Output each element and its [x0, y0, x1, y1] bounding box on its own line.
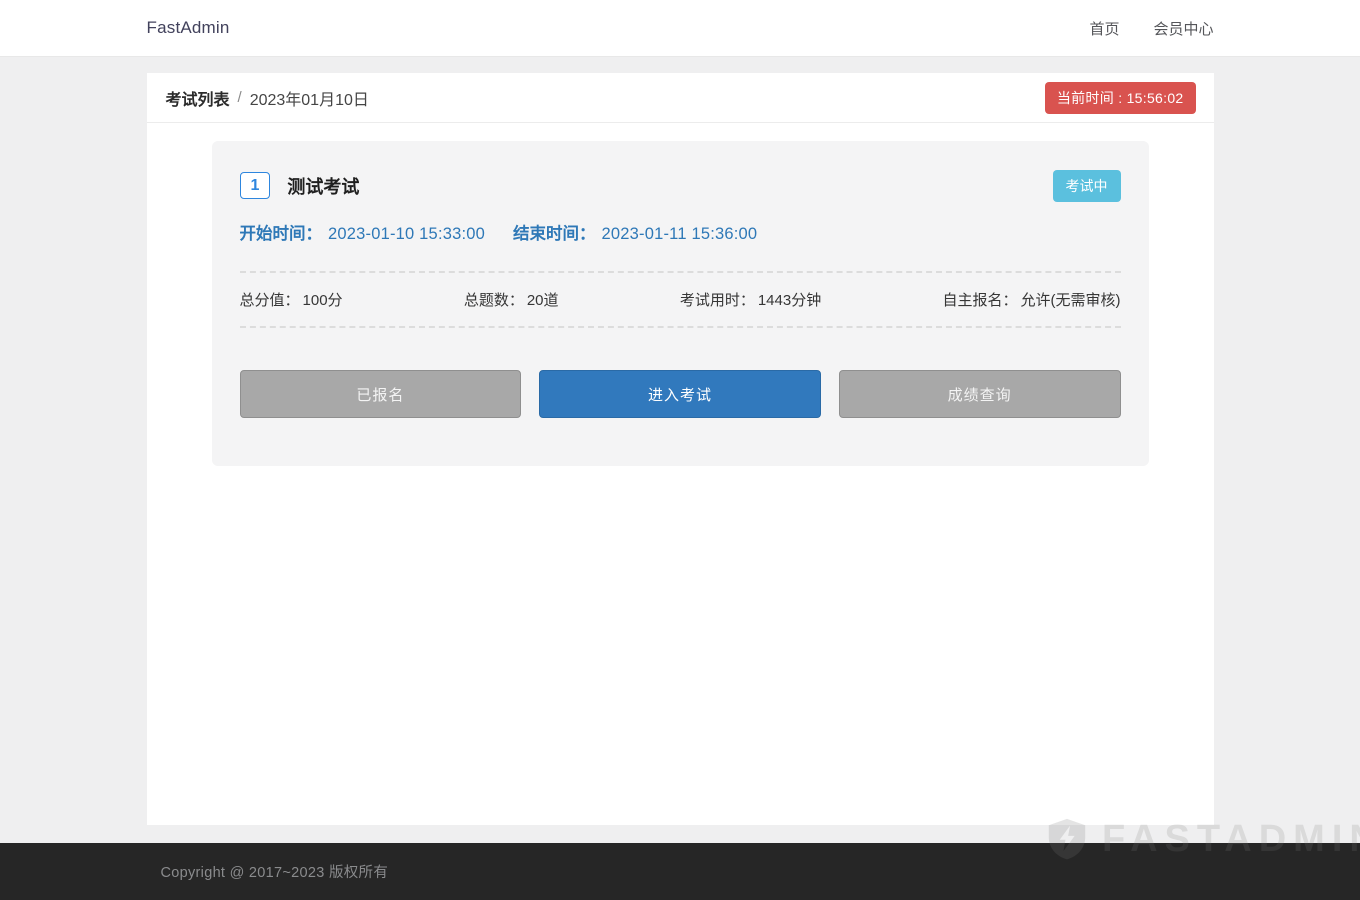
stat-self-registration-label: 自主报名：: [942, 292, 1017, 309]
stat-total-score: 总分值：100分: [240, 289, 343, 310]
stat-question-count-value: 20道: [527, 292, 559, 309]
end-time-label: 结束时间：: [513, 222, 596, 246]
exam-status-badge: 考试中: [1053, 170, 1121, 202]
top-nav: 首页 会员中心: [1089, 18, 1213, 39]
stat-duration: 考试用时：1443分钟: [680, 289, 821, 310]
stat-total-score-label: 总分值：: [240, 292, 300, 309]
main-panel: 考试列表 / 2023年01月10日 当前时间 : 15:56:02 1 测试考…: [147, 73, 1214, 825]
stat-question-count: 总题数：20道: [464, 289, 559, 310]
copyright-text: Copyright @ 2017~2023 版权所有: [161, 865, 389, 881]
registered-button[interactable]: 已报名: [240, 370, 522, 418]
breadcrumb-date: 2023年01月10日: [250, 86, 369, 110]
stat-question-count-label: 总题数：: [464, 292, 524, 309]
breadcrumb-title: 考试列表: [166, 86, 230, 110]
exam-card-header: 1 测试考试 考试中: [240, 169, 1121, 202]
end-time-value: 2023-01-11 15:36:00: [602, 222, 758, 246]
exam-time-row: 开始时间： 2023-01-10 15:33:00 结束时间： 2023-01-…: [240, 222, 1121, 246]
exam-title: 测试考试: [287, 173, 359, 199]
stat-self-registration-value: 允许(无需审核): [1021, 292, 1121, 309]
brand-logo[interactable]: FastAdmin: [147, 18, 230, 38]
stat-duration-label: 考试用时：: [680, 292, 755, 309]
breadcrumb-bar: 考试列表 / 2023年01月10日 当前时间 : 15:56:02: [147, 73, 1214, 123]
exam-stats-row: 总分值：100分 总题数：20道 考试用时：1443分钟 自主报名：允许(无需审…: [240, 273, 1121, 328]
top-header: FastAdmin 首页 会员中心: [0, 0, 1360, 57]
breadcrumb-separator: /: [238, 89, 242, 106]
stat-total-score-value: 100分: [303, 292, 343, 309]
start-time-label: 开始时间：: [240, 222, 323, 246]
score-query-button[interactable]: 成绩查询: [839, 370, 1121, 418]
breadcrumb: 考试列表 / 2023年01月10日: [166, 86, 369, 110]
stat-self-registration: 自主报名：允许(无需审核): [942, 289, 1120, 310]
exam-button-row: 已报名 进入考试 成绩查询: [240, 370, 1121, 418]
stat-duration-value: 1443分钟: [758, 292, 821, 309]
nav-item-member-center[interactable]: 会员中心: [1153, 18, 1213, 39]
start-time-value: 2023-01-10 15:33:00: [328, 222, 485, 246]
page-footer: Copyright @ 2017~2023 版权所有: [0, 843, 1360, 900]
nav-item-home[interactable]: 首页: [1089, 18, 1119, 39]
exam-card: 1 测试考试 考试中 开始时间： 2023-01-10 15:33:00 结束时…: [212, 141, 1149, 466]
current-time-badge: 当前时间 : 15:56:02: [1045, 82, 1196, 114]
enter-exam-button[interactable]: 进入考试: [539, 370, 821, 418]
exam-index-badge: 1: [240, 172, 271, 199]
